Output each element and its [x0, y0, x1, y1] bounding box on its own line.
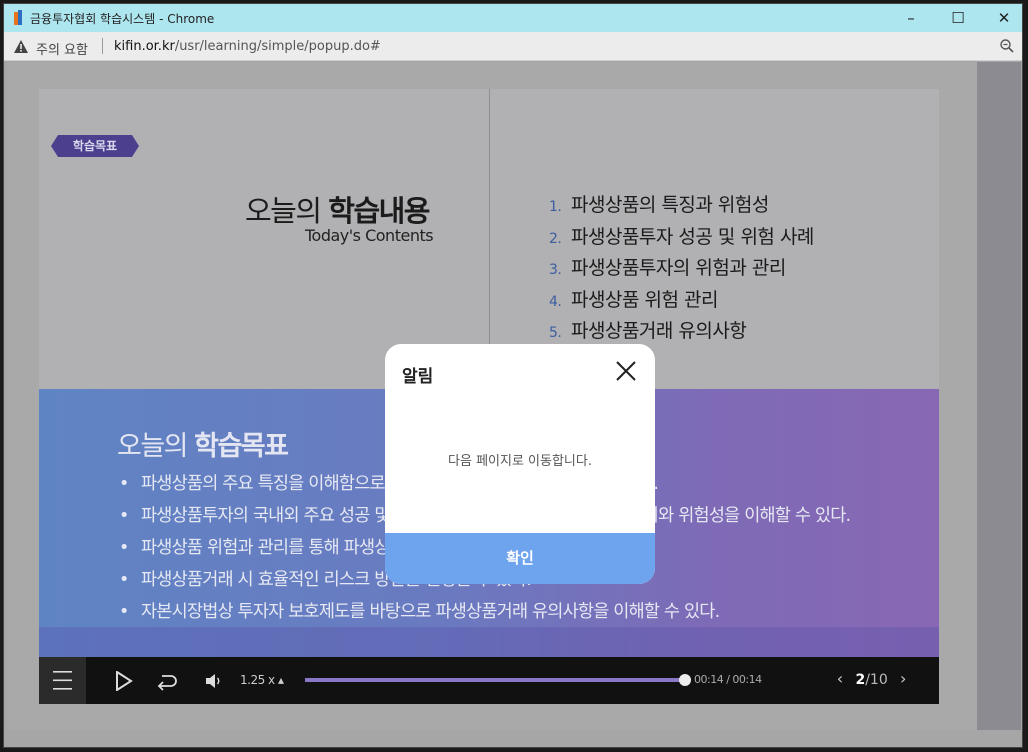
- address-bar[interactable]: 주의 요함 kifin.or.kr/usr/learning/simple/po…: [4, 32, 1022, 61]
- time-display: 00:14 / 00:14: [694, 673, 762, 686]
- contents-number: 5.: [549, 325, 562, 341]
- slide-heading: 오늘의 학습내용: [245, 188, 430, 230]
- slide-bottom-strip: [39, 627, 939, 657]
- menu-button[interactable]: [39, 657, 86, 704]
- url-host: kifin.or.kr: [114, 39, 175, 54]
- close-window-button[interactable]: ✕: [990, 7, 1018, 29]
- dialog-message: 다음 페이지로 이동합니다.: [448, 454, 592, 469]
- maximize-button[interactable]: ☐: [944, 7, 972, 29]
- contents-item: 5. 파생상품거래 유의사항: [549, 316, 814, 348]
- contents-number: 3.: [549, 262, 562, 278]
- volume-icon[interactable]: [204, 671, 224, 691]
- zoom-icon[interactable]: [1000, 39, 1014, 53]
- objective-item: 자본시장법상 투자자 보호제도를 바탕으로 파생상품거래 유의사항을 이해할 수…: [119, 598, 850, 630]
- title-bar: 금융투자협회 학습시스템 - Chrome – ☐ ✕: [4, 4, 1022, 32]
- contents-item: 2. 파생상품투자 성공 및 위험 사례: [549, 222, 814, 254]
- app-logo-icon: [14, 10, 22, 25]
- contents-text: 파생상품투자의 위험과 관리: [571, 257, 786, 279]
- heading-bold: 학습내용: [328, 194, 430, 228]
- confirm-button[interactable]: 확인: [385, 533, 655, 584]
- contents-item: 3. 파생상품투자의 위험과 관리: [549, 253, 814, 285]
- progress-knob[interactable]: [679, 674, 691, 686]
- contents-number: 1.: [549, 199, 562, 215]
- page-navigator: ‹ 2/10 ›: [829, 669, 914, 688]
- browser-window: 금융투자협회 학습시스템 - Chrome – ☐ ✕ 주의 요함 kifin.…: [3, 3, 1023, 748]
- url-path: /usr/learning/simple/popup.do#: [174, 39, 381, 54]
- prev-page-button[interactable]: ‹: [829, 669, 851, 688]
- current-page: 2: [855, 672, 866, 688]
- address-divider: [102, 38, 103, 54]
- contents-text: 파생상품투자 성공 및 위험 사례: [571, 225, 814, 248]
- contents-list: 1. 파생상품의 특징과 위험성 2. 파생상품투자 성공 및 위험 사례 3. 파생…: [549, 190, 814, 348]
- play-icon[interactable]: [115, 671, 133, 691]
- objectives-heading-light: 오늘의: [117, 431, 195, 462]
- contents-text: 파생상품거래 유의사항: [571, 320, 747, 342]
- window-title: 금융투자협회 학습시스템 - Chrome: [30, 12, 215, 26]
- contents-item: 4. 파생상품 위험 관리: [549, 285, 814, 317]
- progress-bar[interactable]: [305, 674, 691, 686]
- playback-speed[interactable]: 1.25 x ▴: [240, 673, 284, 687]
- page-content: 학습목표 오늘의 학습내용 Today's Contents 1. 파생상품의 특…: [7, 62, 977, 730]
- objectives-heading-bold: 학습목표: [194, 431, 289, 462]
- close-icon[interactable]: [613, 358, 639, 384]
- next-page-button[interactable]: ›: [892, 669, 914, 688]
- contents-number: 2.: [549, 230, 562, 247]
- warning-icon: [14, 40, 28, 53]
- learning-objective-tag: 학습목표: [51, 135, 139, 157]
- hamburger-icon: [53, 671, 72, 690]
- contents-text: 파생상품 위험 관리: [571, 288, 718, 311]
- scrollbar[interactable]: [977, 62, 1021, 730]
- security-status[interactable]: 주의 요함: [36, 39, 88, 58]
- contents-text: 파생상품의 특징과 위험성: [571, 194, 769, 216]
- heading-light: 오늘의: [245, 194, 329, 228]
- scrollbar-thumb[interactable]: [977, 62, 1021, 730]
- video-player-controls: 1.25 x ▴ 00:14 / 00:14 ‹ 2/10 ›: [39, 657, 939, 704]
- objectives-heading: 오늘의 학습목표: [117, 424, 289, 463]
- progress-fill: [305, 678, 685, 682]
- minimize-button[interactable]: –: [897, 7, 925, 29]
- contents-number: 4.: [549, 293, 562, 310]
- alert-dialog: 알림 다음 페이지로 이동합니다. 확인: [385, 344, 655, 584]
- url-text[interactable]: kifin.or.kr/usr/learning/simple/popup.do…: [114, 39, 381, 54]
- total-pages: /10: [865, 672, 888, 688]
- window-bottom-edge: [4, 730, 1022, 747]
- contents-item: 1. 파생상품의 특징과 위험성: [549, 190, 814, 222]
- dialog-title: 알림: [402, 367, 434, 387]
- slide-subheading: Today's Contents: [305, 226, 434, 245]
- replay-icon[interactable]: [156, 671, 178, 691]
